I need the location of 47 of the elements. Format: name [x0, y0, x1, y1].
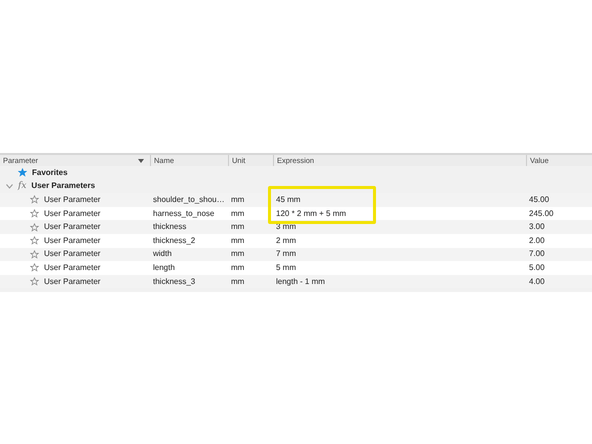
- group-label[interactable]: User Parameters: [31, 180, 96, 192]
- table-cell-text: mm: [230, 221, 246, 234]
- star-icon[interactable]: [30, 236, 39, 246]
- table-cell-text: length: [152, 262, 176, 274]
- table-cell-text: 45.00: [528, 194, 550, 206]
- parameter-type: User Parameter: [44, 248, 100, 260]
- parameter-type: User Parameter: [44, 221, 100, 234]
- chevron-icon[interactable]: [6, 184, 13, 189]
- table-cell-text: 45 mm: [275, 194, 302, 206]
- table-cell-text: 2 mm: [275, 234, 297, 247]
- star-icon[interactable]: [30, 277, 39, 286]
- table-cell-text: 2.00: [528, 234, 546, 247]
- parameter-type: User Parameter: [44, 262, 100, 274]
- table-cell-text: harness_to_nose: [152, 208, 216, 220]
- star-icon[interactable]: [30, 250, 39, 259]
- table-cell-text: thickness_2: [152, 234, 196, 247]
- table-cell-text: mm: [230, 234, 246, 247]
- function-icon: fx: [18, 180, 26, 194]
- dropdown-caret-icon[interactable]: [138, 158, 144, 163]
- table-cell-text: length - 1 mm: [275, 276, 326, 288]
- table-cell-text: 4.00: [528, 276, 546, 288]
- table-cell-text: thickness: [152, 221, 188, 234]
- star-icon[interactable]: [30, 195, 39, 204]
- star-icon[interactable]: [18, 168, 27, 178]
- table-cell-text: mm: [230, 262, 246, 274]
- table-cell-text: width: [152, 248, 173, 260]
- star-icon[interactable]: [30, 209, 39, 218]
- table-cell-text: mm: [230, 248, 246, 260]
- table-cell-text: mm: [230, 194, 246, 206]
- table-cell-text: 5 mm: [275, 262, 297, 274]
- table-cell-text: mm: [230, 276, 246, 288]
- parameter-type: User Parameter: [44, 208, 100, 220]
- parameter-type: User Parameter: [44, 194, 100, 206]
- group-label[interactable]: Favorites: [32, 166, 68, 179]
- star-icon[interactable]: [30, 222, 39, 232]
- table-cell-text: mm: [230, 208, 246, 220]
- table-cell-text: 7 mm: [275, 248, 297, 260]
- table-cell-text: 7.00: [528, 248, 546, 260]
- table-cell-text: shoulder_to_shou…: [152, 194, 226, 206]
- table-cell-text: 3.00: [528, 221, 546, 234]
- table-cell-text: 245.00: [528, 208, 554, 220]
- parameter-type: User Parameter: [44, 234, 100, 247]
- parameter-type: User Parameter: [44, 276, 100, 288]
- table-cell-text: 120 * 2 mm + 5 mm: [275, 208, 348, 220]
- table-cell-text: thickness_3: [152, 276, 196, 288]
- star-icon[interactable]: [30, 263, 39, 272]
- table-cell-text: 5.00: [528, 262, 546, 274]
